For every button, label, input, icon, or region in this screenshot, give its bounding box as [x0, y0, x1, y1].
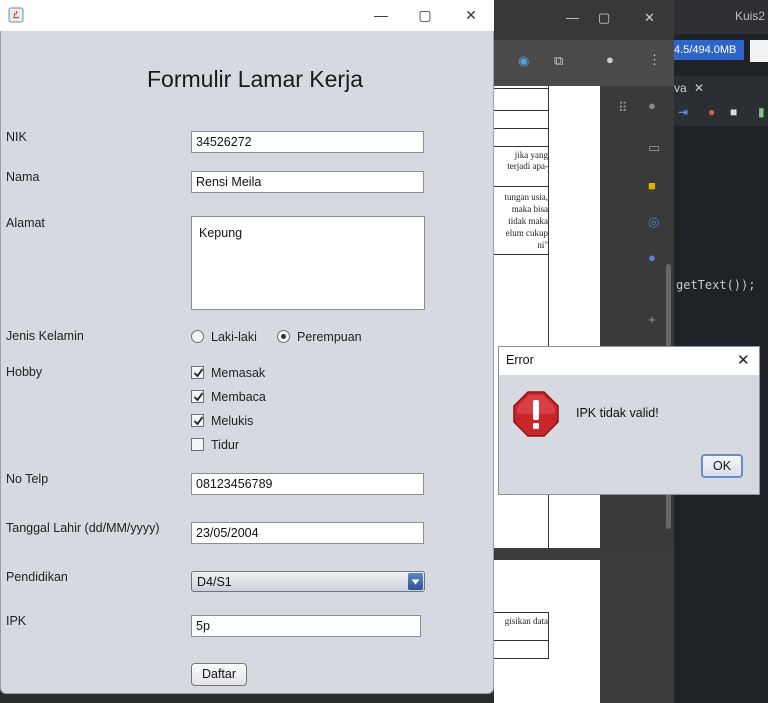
doc-text: ni" [537, 240, 548, 250]
checkbox-melukis-label[interactable]: Melukis [211, 414, 253, 428]
hobby-label: Hobby [6, 365, 43, 379]
tanggal-lahir-field[interactable]: 23/05/2004 [191, 522, 424, 544]
checkbox-melukis[interactable] [191, 414, 204, 427]
nama-label: Nama [6, 170, 40, 184]
no-telp-field[interactable]: 08123456789 [191, 473, 424, 495]
checkbox-tidur-label[interactable]: Tidur [211, 438, 239, 452]
doc-text: maka bisa [511, 204, 548, 214]
radio-perempuan-label[interactable]: Perempuan [297, 330, 362, 344]
extension-icon[interactable]: ◉ [518, 53, 529, 69]
dialog-titlebar [499, 347, 759, 375]
radio-laki-laki-label[interactable]: Laki-laki [211, 330, 257, 344]
ide-titlebar: Kuis2 [674, 0, 768, 34]
radio-laki-laki[interactable] [191, 330, 204, 343]
ok-button[interactable]: OK [701, 454, 743, 478]
nik-field[interactable]: 34526272 [191, 131, 424, 153]
run-icon[interactable]: ▮ [758, 105, 765, 119]
close-icon[interactable]: ✕ [463, 7, 479, 23]
error-icon [513, 391, 559, 437]
breakpoint-icon[interactable]: ● [708, 105, 715, 119]
add-icon[interactable]: + [648, 312, 656, 327]
dropdown-button[interactable] [408, 573, 423, 590]
browser-maximize-icon[interactable]: ▢ [598, 10, 610, 26]
no-telp-label: No Telp [6, 472, 49, 486]
check-icon [193, 392, 204, 402]
profile-icon[interactable]: ● [648, 98, 656, 113]
java-icon [8, 7, 24, 23]
bookmark-icon[interactable]: ■ [648, 178, 656, 193]
jenis-kelamin-label: Jenis Kelamin [6, 329, 84, 343]
ide-editor-tab[interactable]: va ✕ [674, 76, 768, 100]
minimize-icon[interactable]: — [373, 7, 389, 23]
grid-icon[interactable]: ⠿ [618, 100, 628, 116]
check-icon [193, 368, 204, 378]
sync-icon[interactable]: ◎ [648, 214, 659, 230]
browser-toolbar: ◉ ⧉ ● ⋮ [494, 40, 674, 86]
browser-titlebar: — ▢ ✕ [494, 0, 674, 40]
pendidikan-value: D4/S1 [197, 575, 232, 589]
doc-text: terjadi apa- [507, 161, 548, 171]
chevron-down-icon [411, 579, 420, 585]
step-icon[interactable]: ⇥ [678, 105, 688, 119]
close-icon[interactable]: ✕ [694, 81, 704, 95]
panel-icon[interactable]: ▭ [648, 140, 660, 156]
radio-perempuan[interactable] [277, 330, 290, 343]
pendidikan-select[interactable]: D4/S1 [191, 571, 425, 592]
puzzle-icon[interactable]: ⧉ [554, 53, 563, 69]
ide-memory-indicator[interactable]: 4.5/494.0MB [674, 40, 744, 60]
dialog-title: Error [506, 353, 534, 367]
ide-tab-label: va [674, 81, 687, 95]
checkbox-membaca-label[interactable]: Membaca [211, 390, 266, 404]
checkbox-memasak-label[interactable]: Memasak [211, 366, 265, 380]
pendidikan-label: Pendidikan [6, 570, 68, 584]
doc-text: tungan usia, [504, 192, 549, 202]
close-icon[interactable]: ✕ [737, 351, 750, 369]
stop-icon[interactable]: ■ [730, 105, 737, 119]
document-page: gisikan data [494, 560, 600, 703]
ipk-field[interactable]: 5p [191, 615, 421, 637]
ide-title: Kuis2 [735, 9, 766, 23]
window-titlebar: — ▢ ✕ [0, 0, 494, 31]
ide-toolbar: ⇥ ● ■ ▮ [674, 100, 768, 126]
ipk-label: IPK [6, 614, 27, 628]
nama-field[interactable]: Rensi Meila [191, 171, 424, 193]
tanggal-lahir-label: Tanggal Lahir (dd/MM/yyyy) [6, 521, 160, 535]
browser-close-icon[interactable]: ✕ [644, 10, 655, 26]
browser-menu-icon[interactable]: ⋮ [648, 52, 661, 68]
daftar-button[interactable]: Daftar [191, 663, 247, 686]
ide-code-line: getText()); [676, 278, 756, 292]
check-icon [193, 416, 204, 426]
dialog-message: IPK tidak valid! [576, 406, 659, 420]
checkbox-memasak[interactable] [191, 366, 204, 379]
page-title: Formulir Lamar Kerja [147, 66, 363, 92]
doc-text: gisikan data [504, 616, 548, 626]
avatar[interactable]: ● [606, 52, 614, 67]
checkbox-tidur[interactable] [191, 438, 204, 451]
doc-text: tidak maka [508, 216, 548, 226]
person-icon[interactable]: ● [648, 250, 656, 265]
doc-text: elum cukup [505, 228, 548, 238]
doc-text: jika yang [514, 150, 548, 160]
checkbox-membaca[interactable] [191, 390, 204, 403]
alamat-label: Alamat [6, 216, 45, 230]
alamat-textarea[interactable]: Kepung [191, 216, 425, 310]
nik-label: NIK [6, 130, 27, 144]
ide-gc-icon[interactable] [750, 40, 768, 62]
maximize-icon[interactable]: ▢ [417, 7, 433, 23]
browser-minimize-icon[interactable]: — [566, 10, 579, 25]
